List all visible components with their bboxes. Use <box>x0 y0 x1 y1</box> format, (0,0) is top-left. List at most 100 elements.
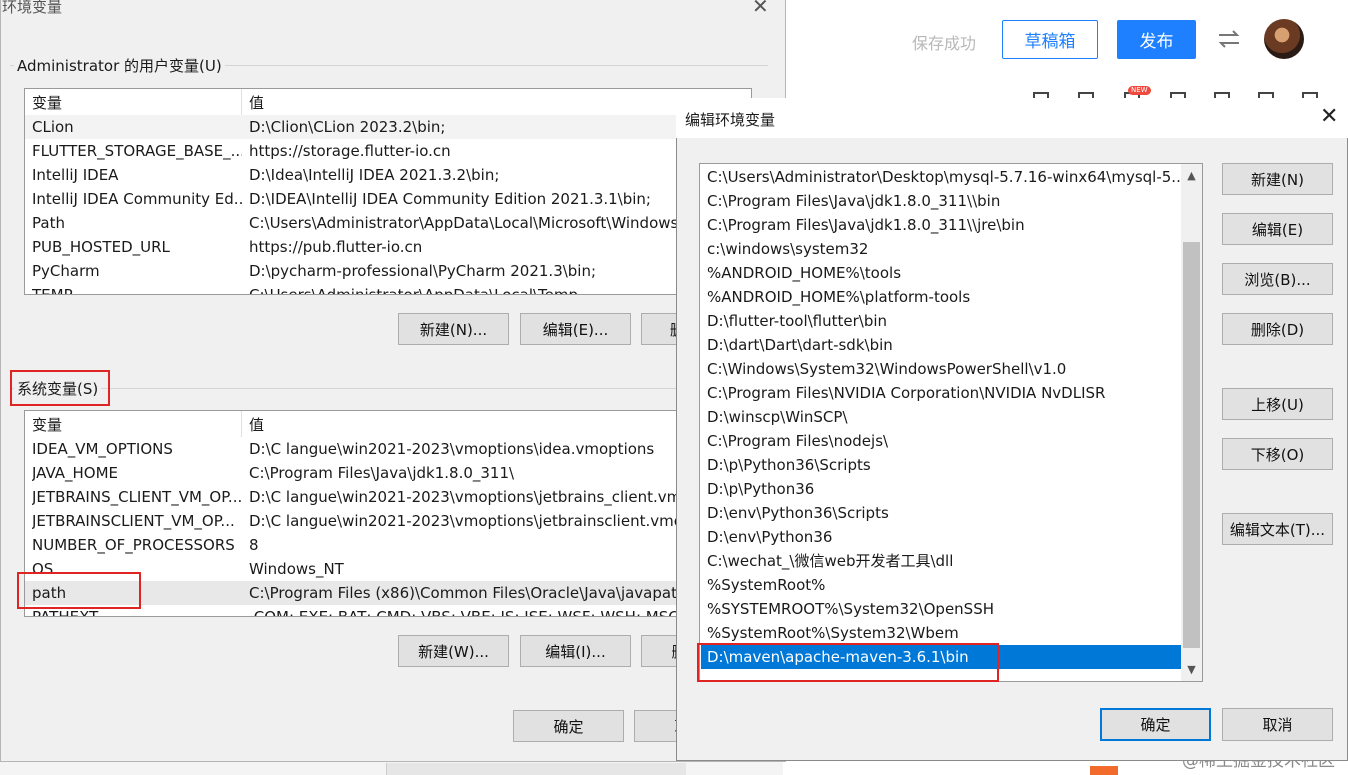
table-row[interactable]: IntelliJ IDEA D:\Idea\IntelliJ IDEA 2021.… <box>25 163 751 187</box>
var-name: CLion <box>32 118 74 136</box>
publish-button[interactable]: 发布 <box>1117 20 1196 59</box>
var-name: TEMP <box>32 286 73 295</box>
var-value: C:\Users\Administrator\AppData\Local\Mic… <box>249 214 679 232</box>
avatar[interactable] <box>1264 19 1304 59</box>
list-item[interactable]: C:\Program Files\NVIDIA Corporation\NVID… <box>701 381 1181 405</box>
system-new-button[interactable]: 新建(W)... <box>398 635 509 667</box>
var-value: D:\Idea\IntelliJ IDEA 2021.3.2\bin; <box>249 166 500 184</box>
list-item[interactable]: C:\Program Files\Java\jdk1.8.0_311\\jre\… <box>701 213 1181 237</box>
table-header: 变量 值 <box>25 89 751 115</box>
user-vars-table[interactable]: 变量 值 CLion D:\Clion\CLion 2023.2\bin; FLU… <box>24 88 752 295</box>
list-item[interactable]: D:\dart\Dart\dart-sdk\bin <box>701 333 1181 357</box>
list-item[interactable]: D:\env\Python36\Scripts <box>701 501 1181 525</box>
list-item[interactable]: %SYSTEMROOT%\System32\OpenSSH <box>701 597 1181 621</box>
table-row[interactable]: IntelliJ IDEA Community Ed... D:\IDEA\Int… <box>25 187 751 211</box>
list-item[interactable]: D:\winscp\WinSCP\ <box>701 405 1181 429</box>
list-item[interactable]: %ANDROID_HOME%\tools <box>701 261 1181 285</box>
user-edit-button[interactable]: 编辑(E)... <box>520 313 631 345</box>
var-value: D:\C langue\win2021-2023\vmoptions\jetbr… <box>249 512 693 530</box>
var-name: PATHEXT <box>32 608 99 617</box>
group-divider <box>10 388 768 389</box>
close-icon[interactable]: ✕ <box>1320 104 1338 129</box>
highlight-box <box>17 572 141 609</box>
scrollbar-thumb[interactable] <box>1183 242 1200 648</box>
var-value: D:\IDEA\IntelliJ IDEA Community Edition … <box>249 190 651 208</box>
var-value: D:\C langue\win2021-2023\vmoptions\idea.… <box>249 440 655 458</box>
var-name: JAVA_HOME <box>32 464 119 482</box>
var-value: https://pub.flutter-io.cn <box>249 238 423 256</box>
edit-ok-button[interactable]: 确定 <box>1100 708 1211 741</box>
var-name: NUMBER_OF_PROCESSORS <box>32 536 235 554</box>
table-header: 变量 值 <box>25 411 751 437</box>
draft-button[interactable]: 草稿箱 <box>1002 20 1098 59</box>
move-down-button[interactable]: 下移(O) <box>1222 438 1333 470</box>
edit-dialog-title: 编辑环境变量 <box>685 111 776 129</box>
list-item[interactable]: D:\p\Python36\Scripts <box>701 453 1181 477</box>
list-item[interactable]: C:\wechat_\微信web开发者工具\dll <box>701 549 1181 573</box>
orange-mark <box>1090 766 1118 775</box>
var-name: FLUTTER_STORAGE_BASE_... <box>32 142 242 160</box>
new-badge: NEW <box>1128 86 1151 95</box>
user-vars-group-label: Administrator 的用户变量(U) <box>14 55 225 76</box>
column-divider <box>241 89 242 115</box>
switch-icon[interactable] <box>1216 26 1242 52</box>
table-row[interactable]: JAVA_HOME C:\Program Files\Java\jdk1.8.0_… <box>25 461 751 485</box>
header-variable[interactable]: 变量 <box>32 92 242 113</box>
var-value: .COM;.EXE;.BAT;.CMD;.VBS;.VBE;.JS;.JSE;.… <box>249 608 707 617</box>
env-ok-button[interactable]: 确定 <box>513 710 624 742</box>
list-item[interactable]: %ANDROID_HOME%\platform-tools <box>701 285 1181 309</box>
edit-cancel-button[interactable]: 取消 <box>1222 708 1333 741</box>
var-value: C:\Users\Administrator\AppData\Local\Tem… <box>249 286 579 295</box>
list-item[interactable]: D:\env\Python36 <box>701 525 1181 549</box>
move-up-button[interactable]: 上移(U) <box>1222 388 1333 420</box>
table-row[interactable]: Path C:\Users\Administrator\AppData\Local… <box>25 211 751 235</box>
close-icon[interactable]: ✕ <box>752 0 769 18</box>
table-row[interactable]: PUB_HOSTED_URL https://pub.flutter-io.cn <box>25 235 751 259</box>
edit-text-button[interactable]: 编辑文本(T)... <box>1222 513 1333 545</box>
var-name: IntelliJ IDEA Community Ed... <box>32 190 242 208</box>
list-item[interactable]: C:\Windows\System32\WindowsPowerShell\v1… <box>701 357 1181 381</box>
var-value: 8 <box>249 536 259 554</box>
user-new-button[interactable]: 新建(N)... <box>398 313 509 345</box>
list-item[interactable]: C:\Program Files\Java\jdk1.8.0_311\\bin <box>701 189 1181 213</box>
table-row[interactable]: JETBRAINSCLIENT_VM_OP... D:\C langue\win2… <box>25 509 751 533</box>
new-path-button[interactable]: 新建(N) <box>1222 163 1333 195</box>
delete-path-button[interactable]: 删除(D) <box>1222 313 1333 345</box>
var-value: C:\Program Files (x86)\Common Files\Orac… <box>249 584 692 602</box>
table-row[interactable]: CLion D:\Clion\CLion 2023.2\bin; <box>25 115 751 139</box>
header-variable[interactable]: 变量 <box>32 414 242 435</box>
header-value[interactable]: 值 <box>249 414 264 435</box>
list-item[interactable]: C:\Users\Administrator\Desktop\mysql-5.7… <box>701 165 1181 189</box>
var-name: IDEA_VM_OPTIONS <box>32 440 173 458</box>
edit-path-button[interactable]: 编辑(E) <box>1222 213 1333 245</box>
var-name: Path <box>32 214 65 232</box>
list-item[interactable]: D:\p\Python36 <box>701 477 1181 501</box>
chevron-up-icon[interactable]: ▲ <box>1181 164 1202 186</box>
list-item[interactable]: %SystemRoot%\System32\Wbem <box>701 621 1181 645</box>
list-item[interactable]: C:\Program Files\nodejs\ <box>701 429 1181 453</box>
var-value: Windows_NT <box>249 560 344 578</box>
table-row[interactable]: JETBRAINS_CLIENT_VM_OP... D:\C langue\win… <box>25 485 751 509</box>
var-name: JETBRAINS_CLIENT_VM_OP... <box>32 488 242 506</box>
system-edit-button[interactable]: 编辑(I)... <box>520 635 631 667</box>
var-value: D:\Clion\CLion 2023.2\bin; <box>249 118 446 136</box>
table-row[interactable]: FLUTTER_STORAGE_BASE_... https://storage.… <box>25 139 751 163</box>
edit-dialog-titlebar <box>676 98 1348 138</box>
browse-button[interactable]: 浏览(B)... <box>1222 263 1333 295</box>
list-item[interactable]: c:\windows\system32 <box>701 237 1181 261</box>
list-item[interactable]: %SystemRoot% <box>701 573 1181 597</box>
highlight-box <box>697 643 999 682</box>
var-value: D:\C langue\win2021-2023\vmoptions\jetbr… <box>249 488 691 506</box>
header-value[interactable]: 值 <box>249 92 264 113</box>
column-divider <box>241 411 242 437</box>
path-list[interactable]: C:\Users\Administrator\Desktop\mysql-5.7… <box>699 163 1203 682</box>
table-row[interactable]: PyCharm D:\pycharm-professional\PyCharm 2… <box>25 259 751 283</box>
table-row[interactable]: TEMP C:\Users\Administrator\AppData\Local… <box>25 283 751 295</box>
table-row[interactable]: IDEA_VM_OPTIONS D:\C langue\win2021-2023\… <box>25 437 751 461</box>
chevron-down-icon[interactable]: ▼ <box>1181 658 1202 680</box>
highlight-box <box>10 370 110 406</box>
var-value: C:\Program Files\Java\jdk1.8.0_311\ <box>249 464 515 482</box>
list-item[interactable]: D:\flutter-tool\flutter\bin <box>701 309 1181 333</box>
table-row[interactable]: NUMBER_OF_PROCESSORS 8 <box>25 533 751 557</box>
var-name: PyCharm <box>32 262 100 280</box>
